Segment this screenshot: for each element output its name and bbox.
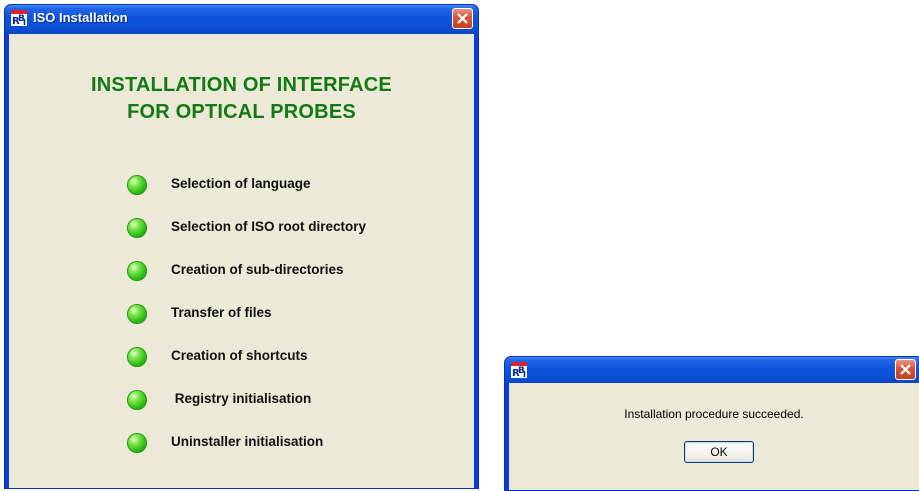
heading-line-1: INSTALLATION OF INTERFACE [91, 74, 392, 96]
message-box-client-area: Installation procedure succeeded. OK [509, 383, 919, 490]
step-label: Uninstaller initialisation [171, 434, 324, 449]
message-box-window: R B I Installation procedure succeeded. … [504, 356, 919, 491]
window-title: ISO Installation [33, 10, 128, 25]
green-status-led-icon [127, 433, 147, 453]
green-status-led-icon [127, 304, 147, 324]
green-status-led-icon [127, 390, 147, 410]
close-button[interactable] [895, 359, 916, 380]
green-status-led-icon [127, 175, 147, 195]
app-icon[interactable]: R B I [511, 362, 527, 379]
step-label: Creation of shortcuts [171, 348, 308, 363]
step-label: Creation of sub-directories [171, 262, 344, 277]
installation-heading: INSTALLATION OF INTERFACE FOR OPTICAL PR… [9, 72, 474, 126]
step-label: Selection of language [171, 176, 311, 191]
close-icon [900, 364, 911, 375]
iso-installation-window: R B I ISO Installation INSTALLATION OF I… [4, 4, 479, 489]
step-label: Transfer of files [171, 305, 272, 320]
step-label: Selection of ISO root directory [171, 219, 367, 234]
svg-text:I: I [23, 18, 26, 26]
main-client-area: INSTALLATION OF INTERFACE FOR OPTICAL PR… [9, 34, 474, 488]
app-icon[interactable]: R B I [11, 10, 27, 27]
step-label: Registry initialisation [171, 391, 312, 406]
close-icon [457, 13, 468, 24]
ok-button[interactable]: OK [684, 441, 754, 463]
green-status-led-icon [127, 261, 147, 281]
main-titlebar[interactable]: R B I ISO Installation [5, 5, 478, 34]
green-status-led-icon [127, 218, 147, 238]
message-box-titlebar[interactable]: R B I [505, 357, 919, 383]
green-status-led-icon [127, 347, 147, 367]
success-message: Installation procedure succeeded. [624, 407, 804, 421]
close-button[interactable] [452, 8, 473, 29]
heading-line-2: FOR OPTICAL PROBES [127, 101, 356, 123]
svg-text:I: I [523, 370, 526, 378]
